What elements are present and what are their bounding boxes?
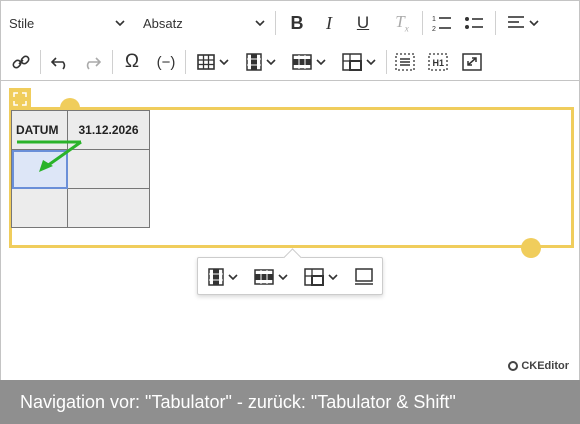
ckeditor-logo-icon: [508, 361, 519, 371]
link-icon: [12, 55, 30, 69]
insert-table-dropdown[interactable]: [193, 48, 233, 76]
toolbar-separator: [386, 50, 387, 74]
bulleted-list-button[interactable]: [462, 9, 486, 37]
insert-table-icon: [197, 54, 215, 70]
bold-icon: B: [290, 12, 304, 33]
merge-cells-dropdown[interactable]: [339, 48, 379, 76]
chevron-down-icon: [255, 20, 265, 26]
numbered-list-button[interactable]: 12: [430, 9, 454, 37]
toolbar-separator: [40, 50, 41, 74]
table-cell[interactable]: [11, 188, 68, 228]
logo-text: CKEditor: [521, 360, 569, 372]
show-blocks-icon: [395, 53, 415, 71]
editor: Stile Absatz B I U Tx 12 Ω (−) H1 DATUM …: [0, 0, 580, 380]
chevron-down-icon: [266, 59, 276, 65]
underline-icon: U: [356, 13, 370, 32]
editor-content[interactable]: DATUM 31.12.2026 CKEditor: [1, 82, 579, 380]
heading-one-icon: H1: [428, 53, 448, 71]
table-cell[interactable]: [67, 188, 150, 228]
toolbar-separator: [112, 50, 113, 74]
balloon-column-dropdown[interactable]: [208, 264, 238, 290]
balloon-table-properties-button[interactable]: [354, 264, 374, 290]
chevron-down-icon: [366, 59, 376, 65]
svg-text:1: 1: [432, 16, 436, 23]
svg-text:H1: H1: [433, 58, 445, 68]
formula-icon: (−): [156, 53, 176, 71]
formula-button[interactable]: (−): [153, 48, 179, 76]
chevron-down-icon: [529, 20, 539, 26]
toolbar-separator: [275, 11, 276, 35]
caption-text: Navigation vor: "Tabulator" - zurück: "T…: [20, 391, 456, 412]
toolbar-separator: [422, 11, 423, 35]
undo-icon: [51, 57, 66, 70]
alignment-dropdown[interactable]: [503, 9, 543, 37]
remove-format-button[interactable]: Tx: [389, 9, 415, 37]
heading-dropdown-label: Absatz: [143, 15, 183, 31]
toolbar-row-2: Ω (−) H1: [1, 42, 579, 82]
redo-button[interactable]: [80, 48, 104, 76]
italic-button[interactable]: I: [316, 9, 342, 37]
svg-text:2: 2: [432, 26, 436, 32]
special-characters-button[interactable]: Ω: [119, 48, 145, 76]
toolbar-row-1: Stile Absatz B I U Tx 12: [1, 3, 579, 43]
toolbar-separator: [495, 11, 496, 35]
heading-one-button[interactable]: H1: [426, 48, 450, 76]
remove-format-icon: Tx: [395, 12, 409, 34]
toolbar-separator: [185, 50, 186, 74]
navigation-arrow-icon: [17, 140, 82, 172]
table-properties-icon: [355, 268, 373, 285]
caption-bar: Navigation vor: "Tabulator" - zurück: "T…: [0, 380, 580, 424]
link-button[interactable]: [9, 48, 33, 76]
style-dropdown-label: Stile: [9, 15, 35, 31]
bulleted-list-icon: [465, 17, 483, 29]
table-row: [11, 188, 150, 228]
numbered-list-icon: 12: [432, 16, 451, 32]
redo-icon: [86, 57, 101, 70]
table-column-icon: [246, 53, 262, 71]
chevron-down-icon: [316, 59, 326, 65]
heading-dropdown[interactable]: Absatz: [137, 9, 265, 37]
underline-button[interactable]: U: [350, 9, 376, 37]
show-blocks-button[interactable]: [393, 48, 417, 76]
balloon-merge-dropdown[interactable]: [304, 264, 338, 290]
special-characters-icon: Ω: [124, 51, 140, 72]
italic-icon: I: [326, 12, 332, 33]
chevron-down-icon: [228, 274, 238, 280]
ckeditor-logo: CKEditor: [508, 360, 569, 372]
drag-handle-icon: [13, 92, 27, 106]
table-column-icon: [208, 268, 224, 286]
table-row-icon: [292, 54, 312, 70]
chevron-down-icon: [219, 59, 229, 65]
bold-button[interactable]: B: [284, 9, 310, 37]
maximize-button[interactable]: [460, 48, 484, 76]
maximize-icon: [462, 53, 482, 71]
editor-toolbar: Stile Absatz B I U Tx 12 Ω (−) H1: [1, 1, 579, 81]
chevron-down-icon: [278, 274, 288, 280]
balloon-row-dropdown[interactable]: [254, 264, 288, 290]
chevron-down-icon: [328, 274, 338, 280]
undo-button[interactable]: [48, 48, 72, 76]
table-row-dropdown[interactable]: [289, 48, 329, 76]
table-toolbar-balloon: [197, 257, 383, 295]
chevron-down-icon: [115, 20, 125, 26]
table-column-dropdown[interactable]: [243, 48, 279, 76]
alignment-icon: [508, 16, 524, 28]
resize-handle-bottom[interactable]: [521, 238, 541, 258]
merge-cells-icon: [342, 53, 362, 71]
table-row-icon: [254, 269, 274, 285]
style-dropdown[interactable]: Stile: [9, 9, 125, 37]
merge-cells-icon: [304, 268, 324, 286]
